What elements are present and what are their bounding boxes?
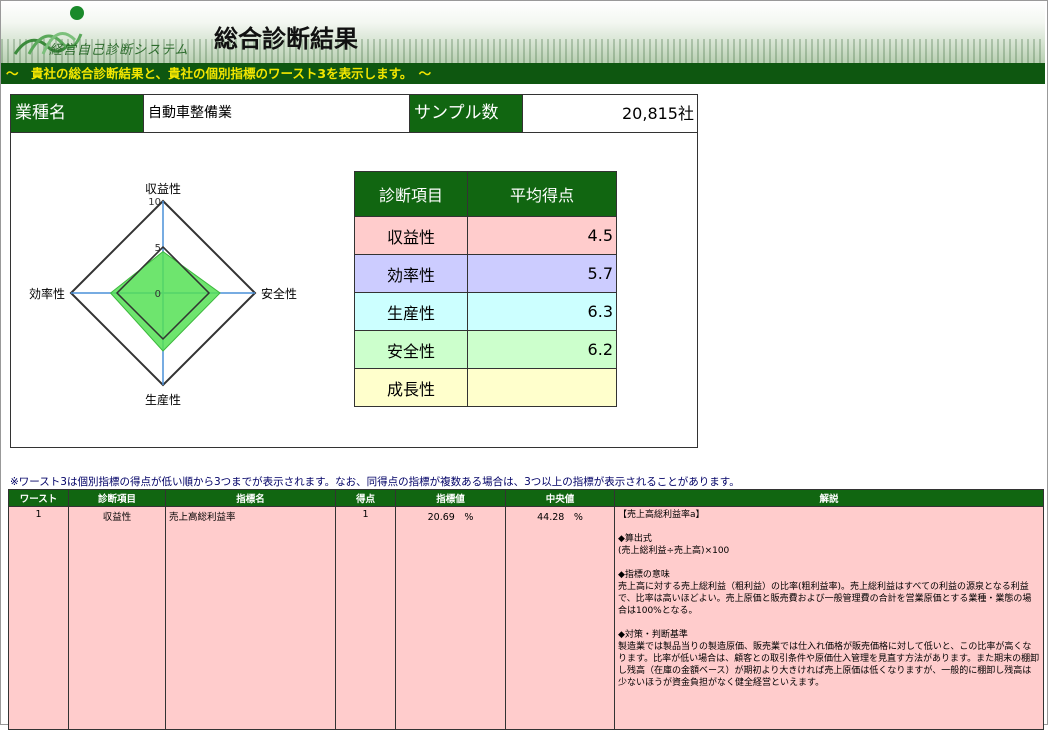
rank-cell: 1 (8, 506, 69, 730)
header-score: 平均得点 (467, 171, 617, 217)
score-value: 6.2 (467, 330, 617, 369)
logo-text: 経営自己診断システム (49, 42, 189, 57)
radar-tick-label: 10 (148, 197, 161, 208)
table-row: 1 収益性 売上高総利益率 1 20.69 % 44.28 % 【売上高総利益率… (8, 506, 1044, 730)
industry-value: 自動車整備業 (143, 95, 409, 132)
radar-axis-label: 安全性 (261, 286, 297, 301)
explanation-line: 売上高に対する売上総利益（粗利益）の比率(粗利益率)。売上総利益はすべての利益の… (618, 582, 1032, 616)
score-item-label: 成長性 (354, 368, 468, 407)
table-row: 効率性 5.7 (354, 254, 617, 293)
col-explanation: 解説 (614, 489, 1044, 507)
median-cell: 44.28 % (505, 506, 615, 730)
score-item-label: 効率性 (354, 254, 468, 293)
table-row: 生産性 6.3 (354, 292, 617, 331)
col-rank: ワースト (8, 489, 69, 507)
explanation-line: ◆指標の意味 (618, 570, 670, 580)
score-value (467, 368, 617, 407)
col-value: 指標値 (395, 489, 506, 507)
score-item-label: 安全性 (354, 330, 468, 369)
score-cell: 1 (335, 506, 396, 730)
sample-label: サンプル数 (409, 95, 522, 132)
radar-axis-label: 生産性 (145, 392, 181, 407)
indicator-cell: 売上高総利益率 (165, 506, 336, 730)
header: 経営自己診断システム 総合診断結果 (1, 1, 1045, 63)
explanation-line: ◆対策・判断基準 (618, 630, 688, 640)
radar-axis-label: 効率性 (29, 286, 65, 301)
col-indicator: 指標名 (165, 489, 336, 507)
radar-tick-label: 0 (155, 289, 161, 300)
description-banner: ～ 貴社の総合診断結果と、貴社の個別指標のワースト3を表示します。 ～ (1, 63, 1045, 84)
worst3-table: ワースト 診断項目 指標名 得点 指標値 中央値 解説 1 収益性 売上高総利益… (8, 489, 1044, 730)
score-value: 6.3 (467, 292, 617, 331)
worst3-header-row: ワースト 診断項目 指標名 得点 指標値 中央値 解説 (8, 489, 1044, 507)
score-item-label: 収益性 (354, 216, 468, 255)
explanation-line: (売上総利益÷売上高)×100 (618, 546, 730, 556)
score-item-label: 生産性 (354, 292, 468, 331)
explanation-line (618, 557, 1040, 569)
explanation-cell: 【売上高総利益率a】 ◆算出式 (売上総利益÷売上高)×100 ◆指標の意味売上高… (614, 506, 1044, 730)
explanation-line (618, 521, 1040, 533)
info-row: 業種名 自動車整備業 サンプル数 20,815社 (11, 95, 697, 133)
explanation-line: 製造業では製品当りの製造原価、販売業では仕入れ価格が販売価格に対して低いと、この… (618, 642, 1040, 688)
table-row: 収益性 4.5 (354, 216, 617, 255)
table-row: 安全性 6.2 (354, 330, 617, 369)
score-table-header: 診断項目 平均得点 (354, 171, 617, 217)
score-value: 4.5 (467, 216, 617, 255)
summary-panel: 業種名 自動車整備業 サンプル数 20,815社 10 5 0 収益性 安全性 生産性 効率… (10, 94, 698, 448)
col-score: 得点 (335, 489, 396, 507)
value-cell: 20.69 % (395, 506, 506, 730)
radar-tick-label: 5 (155, 243, 161, 254)
col-median: 中央値 (505, 489, 615, 507)
score-table: 診断項目 平均得点 収益性 4.5 効率性 5.7 生産性 6.3 安全性 6.2 成長性 (354, 171, 617, 407)
sample-value: 20,815社 (522, 95, 697, 132)
explanation-line (618, 617, 1040, 629)
score-value: 5.7 (467, 254, 617, 293)
category-cell: 収益性 (68, 506, 166, 730)
page-title: 総合診断結果 (214, 24, 358, 53)
header-item: 診断項目 (354, 171, 468, 217)
industry-label: 業種名 (11, 95, 143, 132)
explanation-line: 【売上高総利益率a】 (618, 510, 705, 520)
worst3-note: ※ワースト3は個別指標の得点が低い順から3つまでが表示されます。なお、同得点の指… (10, 476, 740, 488)
radar-axis-label: 収益性 (145, 182, 181, 196)
radar-chart: 10 5 0 収益性安全性生産性 効率性 (29, 182, 297, 407)
col-category: 診断項目 (68, 489, 166, 507)
explanation-line: ◆算出式 (618, 534, 652, 544)
table-row: 成長性 (354, 368, 617, 407)
